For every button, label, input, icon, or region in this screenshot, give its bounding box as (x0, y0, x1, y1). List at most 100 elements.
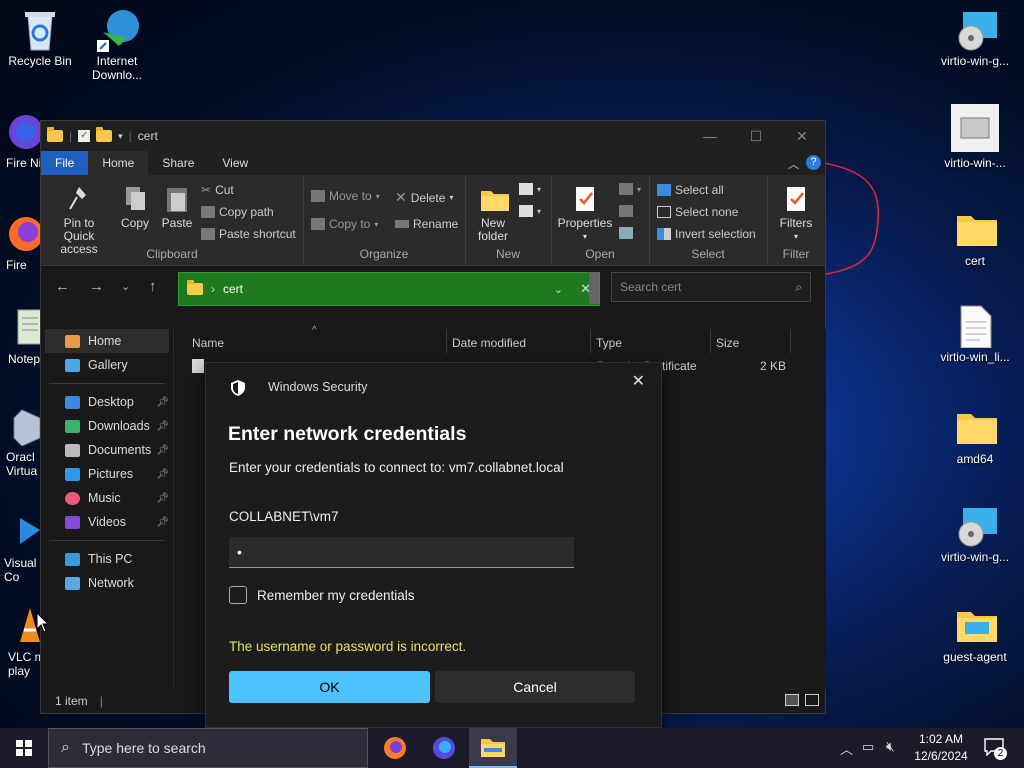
rename-button[interactable]: Rename (395, 217, 458, 231)
pin-icon[interactable]: 📌︎ (156, 517, 169, 528)
pin-icon[interactable]: 📌︎ (156, 445, 169, 456)
tab-home[interactable]: Home (88, 151, 149, 175)
network-status-icon[interactable]: ▭ (862, 739, 874, 755)
close-icon[interactable]: ✕ (779, 121, 825, 151)
ok-button[interactable]: OK (229, 671, 430, 703)
copy-button[interactable]: Copy (115, 185, 155, 230)
nav-item-desktop[interactable]: Desktop 📌︎ (41, 390, 173, 414)
paste-shortcut-button[interactable]: Paste shortcut (201, 227, 296, 241)
desktop-icon-internet-download[interactable]: Internet Downlo... (77, 8, 157, 82)
title-bar[interactable]: | ✓ ▾ | cert — ☐ ✕ (41, 121, 825, 151)
move-to-button[interactable]: Move to ▾ (311, 189, 380, 203)
nav-item-videos[interactable]: Videos 📌︎ (41, 510, 173, 534)
new-item-button[interactable]: ▾ (519, 183, 541, 195)
column-divider[interactable] (710, 329, 711, 353)
column-header-name[interactable]: Name (192, 329, 442, 357)
column-divider[interactable] (590, 329, 591, 353)
open-button[interactable]: ▾ (619, 183, 641, 195)
new-folder-button[interactable]: New folder (471, 185, 515, 243)
pin-icon[interactable]: 📌︎ (156, 397, 169, 408)
minimize-icon[interactable]: — (687, 121, 733, 151)
column-divider[interactable] (446, 329, 447, 353)
address-bar[interactable]: › cert ⌄ ✕ (178, 272, 600, 306)
desktop-icon-virtio-win-2[interactable]: virtio-win-... (935, 104, 1015, 170)
taskbar-firefox-nightly[interactable] (420, 728, 468, 768)
column-divider[interactable] (790, 329, 791, 353)
clock[interactable]: 1:02 AM 12/6/2024 (906, 731, 976, 765)
select-none-button[interactable]: Select none (657, 205, 738, 219)
tab-file[interactable]: File (41, 151, 89, 175)
paste-button[interactable]: Paste (157, 185, 197, 230)
remember-credentials-label[interactable]: Remember my credentials (257, 588, 415, 603)
desktop-icon-virtio-win-guest-1[interactable]: virtio-win-g... (935, 8, 1015, 68)
delete-button[interactable]: ✕ Delete ▾ (395, 189, 453, 206)
desktop-icon-recycle-bin[interactable]: Recycle Bin (0, 8, 80, 68)
history-icon (619, 227, 633, 239)
nav-item-gallery[interactable]: Gallery (41, 353, 173, 377)
nav-item-this-pc[interactable]: This PC (41, 547, 173, 571)
address-path[interactable]: cert (223, 282, 243, 296)
search-box[interactable]: Search cert ⌕ (611, 272, 811, 302)
cut-button[interactable]: ✂ Cut (201, 183, 234, 197)
volume-muted-icon[interactable]: 🔇︎ (886, 738, 895, 755)
nav-label: Videos (88, 515, 126, 529)
copy-path-button[interactable]: Copy path (201, 205, 274, 219)
taskbar-search-box[interactable]: ⌕ Type here to search (48, 728, 368, 768)
nav-item-network[interactable]: Network (41, 571, 173, 595)
back-arrow-icon[interactable]: ← (55, 278, 70, 295)
close-icon[interactable]: ✕ (632, 371, 645, 391)
nav-item-documents[interactable]: Documents 📌︎ (41, 438, 173, 462)
nav-item-music[interactable]: Music 📌︎ (41, 486, 173, 510)
large-icons-view-icon[interactable] (805, 694, 819, 706)
quick-access-dropdown-icon[interactable]: ▾ (118, 131, 123, 142)
tab-share[interactable]: Share (148, 151, 208, 175)
forward-arrow-icon[interactable]: → (89, 278, 104, 295)
pin-icon[interactable]: 📌︎ (156, 421, 169, 432)
download-manager-icon (97, 8, 139, 52)
column-header-date[interactable]: Date modified (452, 329, 526, 357)
start-button[interactable] (0, 728, 48, 768)
remember-credentials-checkbox[interactable] (229, 586, 247, 604)
desktop-icon-amd64-folder[interactable]: amd64 (935, 406, 1015, 466)
windows-security-dialog[interactable]: Windows Security ✕ Enter network credent… (205, 362, 662, 728)
taskbar-firefox[interactable] (371, 728, 419, 768)
pin-to-quick-access-button[interactable]: Pin to Quick access (47, 185, 111, 256)
desktop-icon-virtio-win-guest-3[interactable]: virtio-win-g... (935, 504, 1015, 564)
show-hidden-icons-chevron-icon[interactable]: ︿ (840, 739, 853, 758)
properties-button[interactable]: Properties ▾ (555, 185, 615, 243)
column-header-size[interactable]: Size (716, 329, 739, 357)
copy-to-button[interactable]: Copy to ▾ (311, 217, 378, 231)
up-arrow-icon[interactable]: ↑ (149, 278, 157, 295)
column-header-type[interactable]: Type (596, 329, 622, 357)
cancel-button[interactable]: Cancel (435, 671, 635, 703)
address-dropdown-icon[interactable]: ⌄ (554, 283, 563, 296)
pin-icon[interactable]: 📌︎ (156, 493, 169, 504)
error-message: The username or password is incorrect. (229, 639, 467, 654)
edit-button[interactable] (619, 205, 633, 217)
help-icon[interactable]: ? (806, 155, 821, 170)
collapse-ribbon-icon[interactable]: ︿ (788, 156, 799, 172)
password-field[interactable]: • (229, 537, 574, 568)
nav-item-downloads[interactable]: Downloads 📌︎ (41, 414, 173, 438)
filters-button[interactable]: Filters ▾ (771, 185, 821, 243)
taskbar-file-explorer[interactable] (469, 728, 517, 768)
desktop-icon-guest-agent-folder[interactable]: guest-agent (935, 604, 1015, 664)
new-folder-quick-icon[interactable] (96, 127, 113, 142)
nav-item-home[interactable]: Home (45, 329, 169, 353)
easy-access-button[interactable]: ▾ (519, 205, 541, 217)
select-all-button[interactable]: Select all (657, 183, 724, 197)
maximize-icon[interactable]: ☐ (733, 121, 779, 151)
file-explorer-icon (481, 739, 505, 757)
invert-selection-button[interactable]: Invert selection (657, 227, 756, 241)
details-view-icon[interactable] (785, 694, 799, 706)
notification-center-button[interactable]: 2 (984, 738, 1007, 760)
desktop-icon-virtio-win-license[interactable]: virtio-win_li... (935, 304, 1015, 364)
properties-check-icon[interactable]: ✓ (78, 130, 91, 142)
nav-item-pictures[interactable]: Pictures 📌︎ (41, 462, 173, 486)
recent-locations-chevron-icon[interactable]: ⌄ (121, 280, 130, 293)
pin-icon[interactable]: 📌︎ (156, 469, 169, 480)
history-button[interactable] (619, 227, 633, 239)
button-label: Filters (779, 216, 813, 230)
tab-view[interactable]: View (208, 151, 262, 175)
desktop-icon-cert-folder[interactable]: cert (935, 208, 1015, 268)
